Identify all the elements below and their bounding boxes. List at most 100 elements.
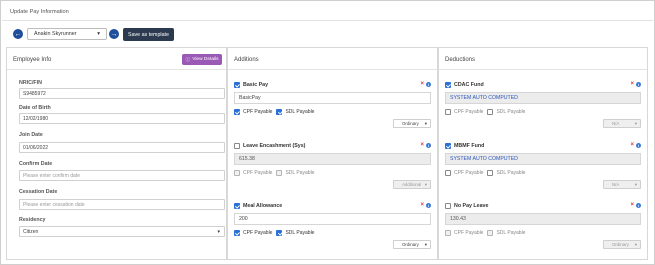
info-icon[interactable]: i: [636, 202, 641, 208]
deduction-name: CDAC Fund: [454, 81, 484, 88]
additions-header: Additions: [228, 48, 437, 70]
payable-checks: CPF Payable SDL Payable: [234, 109, 318, 115]
deduction-value-field: SYSTEM AUTO COMPUTED: [445, 92, 641, 104]
view-details-label: View Details: [192, 57, 219, 62]
dob-label: Date of Birth: [19, 105, 51, 111]
wage-type-select[interactable]: Ordinary ▾: [393, 119, 431, 128]
arrow-left-circle-icon[interactable]: ←: [13, 29, 23, 39]
include-checkbox[interactable]: [445, 81, 451, 88]
residency-select[interactable]: Citizen ▾: [19, 226, 225, 237]
sdl-payable-label: SDL Payable: [496, 230, 526, 236]
deduction-value-field: SYSTEM AUTO COMPUTED: [445, 153, 641, 165]
wage-type-value: Ordinary: [402, 121, 419, 126]
toolbar: ← Anakin Skyrunner ▾ → Save as template: [13, 27, 174, 41]
payable-checks: CPF Payable SDL Payable: [234, 230, 318, 236]
chevron-down-icon: ▾: [97, 31, 100, 37]
deduction-item-cdac-fund: CDAC Fund × i SYSTEM AUTO COMPUTED CPF Pa…: [445, 80, 641, 130]
sdl-payable-label: SDL Payable: [285, 109, 315, 115]
cpf-payable-checkbox[interactable]: [234, 109, 240, 115]
addition-item-leave-encashment: Leave Encashment (Sys) × i 615.38 CPF Pay…: [234, 141, 431, 191]
payable-checks: CPF Payable SDL Payable: [234, 170, 318, 176]
chevron-down-icon: ▾: [634, 181, 637, 187]
cpf-payable-label: CPF Payable: [454, 170, 484, 176]
sdl-payable-checkbox[interactable]: [487, 170, 494, 176]
cessation-date-field[interactable]: Please enter cessation date: [19, 199, 225, 210]
cpf-payable-checkbox[interactable]: [445, 109, 451, 115]
addition-value-field[interactable]: BasicPay: [234, 92, 431, 104]
info-icon[interactable]: i: [426, 142, 431, 148]
deduction-value-field: 130.43: [445, 213, 641, 225]
deductions-header: Deductions: [439, 48, 647, 70]
sdl-payable-checkbox[interactable]: [276, 230, 283, 236]
sdl-payable-checkbox[interactable]: [487, 109, 494, 115]
sdl-payable-checkbox[interactable]: [276, 109, 283, 115]
include-checkbox[interactable]: [234, 81, 240, 88]
addition-item-basic-pay: Basic Pay × i BasicPay CPF Payable SDL Pa…: [234, 80, 431, 130]
deductions-title: Deductions: [445, 57, 476, 63]
close-icon[interactable]: ×: [420, 81, 424, 87]
join-date-label: Join Date: [19, 132, 43, 138]
payable-checks: CPF Payable SDL Payable: [445, 170, 529, 176]
wage-type-select[interactable]: Ordinary ▾: [393, 240, 431, 249]
join-date-field[interactable]: 01/06/2022: [19, 142, 225, 153]
close-icon[interactable]: ×: [630, 81, 634, 87]
chevron-down-icon: ▾: [217, 228, 220, 235]
additions-panel: Additions Basic Pay × i BasicPay CPF Paya…: [227, 47, 438, 260]
addition-name: Meal Allowance: [243, 202, 283, 209]
payable-checks: CPF Payable SDL Payable: [445, 230, 529, 236]
addition-value-field: 615.38: [234, 153, 431, 165]
nric-field[interactable]: S9485972: [19, 88, 225, 99]
addition-item-meal-allowance: Meal Allowance × i 200 CPF Payable SDL Pa…: [234, 201, 431, 251]
arrow-right-circle-icon[interactable]: →: [109, 29, 119, 39]
confirm-date-field[interactable]: Please enter confirm date: [19, 170, 225, 181]
save-as-template-button[interactable]: Save as template: [123, 28, 174, 41]
cpf-payable-checkbox[interactable]: [445, 170, 451, 176]
deduction-name: MBMF Fund: [454, 142, 485, 149]
employee-select[interactable]: Anakin Skyrunner ▾: [27, 28, 107, 40]
payable-checks: CPF Payable SDL Payable: [445, 109, 529, 115]
sdl-payable-checkbox: [276, 170, 283, 176]
include-checkbox[interactable]: [234, 142, 240, 149]
info-icon[interactable]: i: [636, 142, 641, 148]
dob-field[interactable]: 12/02/1980: [19, 113, 225, 124]
sdl-payable-label: SDL Payable: [496, 170, 526, 176]
sdl-payable-label: SDL Payable: [496, 109, 526, 115]
view-details-button[interactable]: ⓘ View Details: [182, 54, 222, 65]
wage-type-select: Additional ▾: [393, 180, 431, 189]
info-icon: ⓘ: [185, 58, 191, 63]
info-icon[interactable]: i: [426, 202, 431, 208]
cpf-payable-checkbox: [445, 230, 451, 236]
deduction-item-no-pay-leave: No Pay Leave × i 130.43 CPF Payable SDL P…: [445, 201, 641, 251]
close-icon[interactable]: ×: [420, 142, 424, 148]
wage-type-select: N/A ▾: [603, 180, 641, 189]
chevron-down-icon: ▾: [424, 241, 427, 247]
close-icon[interactable]: ×: [630, 142, 634, 148]
cpf-payable-checkbox[interactable]: [234, 230, 240, 236]
close-icon[interactable]: ×: [420, 202, 424, 208]
employee-info-header: Employee Info ⓘ View Details: [7, 48, 226, 70]
residency-label: Residency: [19, 217, 46, 223]
residency-value: Citizen: [23, 228, 39, 235]
title-divider: [2, 20, 653, 21]
wage-type-select: N/A ▾: [603, 119, 641, 128]
wage-type-value: Additional: [402, 182, 422, 187]
include-checkbox[interactable]: [445, 202, 451, 209]
info-icon[interactable]: i: [636, 81, 641, 87]
addition-value-field[interactable]: 200: [234, 213, 431, 225]
nric-label: NRIC/FIN: [19, 80, 42, 86]
chevron-down-icon: ▾: [424, 181, 427, 187]
close-icon[interactable]: ×: [630, 202, 634, 208]
info-icon[interactable]: i: [426, 81, 431, 87]
include-checkbox[interactable]: [445, 142, 451, 149]
chevron-down-icon: ▾: [634, 120, 637, 126]
employee-info-title: Employee Info: [13, 57, 52, 63]
cpf-payable-label: CPF Payable: [243, 230, 273, 236]
addition-name: Leave Encashment (Sys): [243, 142, 306, 149]
deduction-name: No Pay Leave: [454, 202, 489, 209]
page-title: Update Pay Information: [10, 9, 69, 15]
chevron-down-icon: ▾: [424, 120, 427, 126]
wage-type-value: Ordinary: [402, 242, 419, 247]
wage-type-value: N/A: [612, 182, 620, 187]
sdl-payable-label: SDL Payable: [285, 230, 315, 236]
include-checkbox[interactable]: [234, 202, 240, 209]
